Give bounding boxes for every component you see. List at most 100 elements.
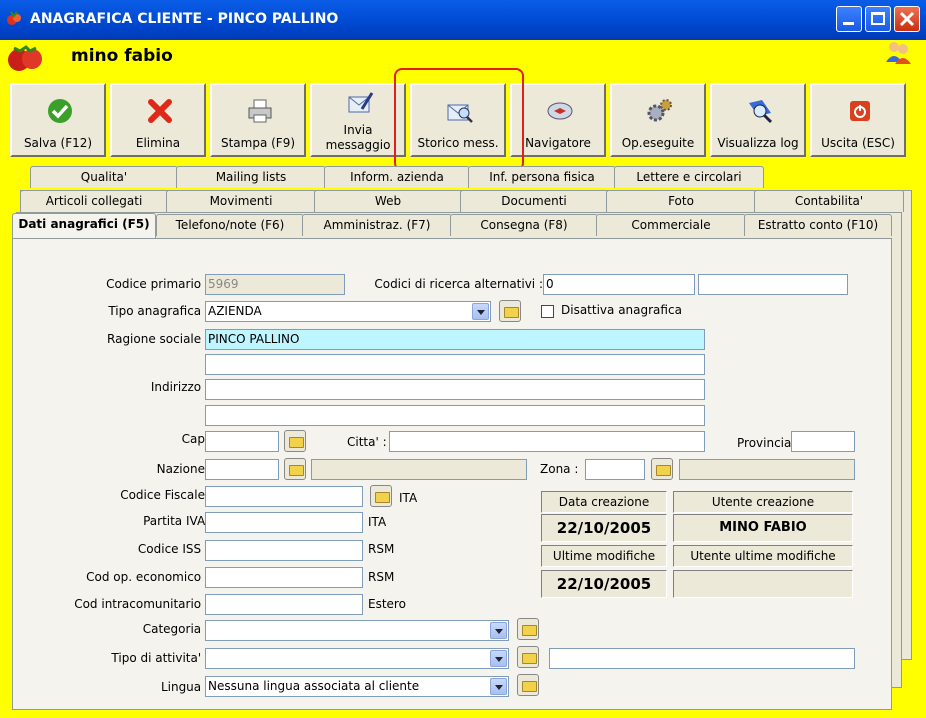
exit-label: Uscita (ESC) xyxy=(821,136,895,150)
operations-label: Op.eseguite xyxy=(621,136,695,150)
zona-field[interactable] xyxy=(585,459,645,480)
tipo-attivita-description-field[interactable] xyxy=(549,648,855,669)
tab-telefono-note[interactable]: Telefono/note (F6) xyxy=(156,214,304,236)
delete-x-icon xyxy=(148,99,172,123)
send-message-label: Invia messaggio xyxy=(325,123,391,152)
tab-amministrazione[interactable]: Amministraz. (F7) xyxy=(302,214,452,236)
codice-fiscale-suffix: ITA xyxy=(399,491,418,505)
codice-alternativo-1-field[interactable]: 0 xyxy=(543,274,695,295)
tab-qualita[interactable]: Qualita' xyxy=(30,166,178,188)
minimize-button[interactable] xyxy=(836,6,862,32)
chevron-down-icon[interactable] xyxy=(490,678,507,695)
ragione-sociale-field[interactable]: PINCO PALLINO xyxy=(205,329,705,350)
chevron-down-icon[interactable] xyxy=(472,303,489,320)
lingua-label: Lingua : xyxy=(160,680,209,694)
disattiva-anagrafica-label: Disattiva anagrafica xyxy=(561,303,682,317)
tipo-anagrafica-folder-button[interactable] xyxy=(499,300,521,322)
printer-icon xyxy=(248,99,272,123)
cod-intracomunitario-suffix: Estero xyxy=(368,597,406,611)
codice-fiscale-field[interactable] xyxy=(205,486,363,507)
envelope-pen-icon xyxy=(348,92,374,113)
tab-inform-azienda[interactable]: Inform. azienda xyxy=(324,166,470,188)
tab-movimenti[interactable]: Movimenti xyxy=(166,190,316,212)
close-button[interactable] xyxy=(894,6,920,32)
categoria-folder-button[interactable] xyxy=(517,618,539,640)
cod-intracomunitario-field[interactable] xyxy=(205,594,363,615)
citta-field[interactable] xyxy=(389,431,705,452)
tipo-attivita-folder-button[interactable] xyxy=(517,646,539,668)
chevron-down-icon[interactable] xyxy=(490,650,507,667)
tab-panel-dati-anagrafici: Codice primario : 5969 Codici di ricerca… xyxy=(12,238,892,710)
ragione-sociale-label: Ragione sociale : xyxy=(107,332,209,346)
cap-field[interactable] xyxy=(205,431,279,452)
data-creazione-header: Data creazione xyxy=(541,491,667,513)
codice-alternativo-2-field[interactable] xyxy=(698,274,848,295)
title-bar[interactable]: ANAGRAFICA CLIENTE - PINCO PALLINO xyxy=(0,0,926,40)
provincia-field[interactable] xyxy=(791,431,855,452)
nazione-label: Nazione: xyxy=(156,462,209,476)
gears-icon xyxy=(647,99,672,122)
codice-primario-field[interactable]: 5969 xyxy=(205,274,345,295)
print-button[interactable]: Stampa (F9) xyxy=(210,83,306,157)
codice-iss-field[interactable] xyxy=(205,540,363,561)
delete-label: Elimina xyxy=(135,136,181,150)
codice-iss-suffix: RSM xyxy=(368,542,395,556)
disattiva-anagrafica-checkbox[interactable] xyxy=(541,305,554,318)
ultime-modifiche-value: 22/10/2005 xyxy=(541,570,667,598)
chevron-down-icon[interactable] xyxy=(490,622,507,639)
tab-web[interactable]: Web xyxy=(314,190,462,212)
lingua-value: Nessuna lingua associata al cliente xyxy=(208,679,420,693)
zona-description-field xyxy=(679,459,855,480)
view-log-button[interactable]: Visualizza log xyxy=(710,83,806,157)
users-icon[interactable] xyxy=(884,40,912,64)
lingua-folder-button[interactable] xyxy=(517,674,539,696)
tab-estratto-conto[interactable]: Estratto conto (F10) xyxy=(744,214,892,236)
check-icon xyxy=(48,99,72,123)
utente-ultime-modifiche-header: Utente ultime modifiche xyxy=(673,545,853,567)
tab-consegna[interactable]: Consegna (F8) xyxy=(450,214,598,236)
lingua-select[interactable]: Nessuna lingua associata al cliente xyxy=(205,676,509,697)
tab-mailing-lists[interactable]: Mailing lists xyxy=(176,166,326,188)
tab-foto[interactable]: Foto xyxy=(606,190,756,212)
codice-fiscale-folder-button[interactable] xyxy=(370,485,392,507)
window: ANAGRAFICA CLIENTE - PINCO PALLINO mino … xyxy=(0,0,926,718)
partita-iva-field[interactable] xyxy=(205,512,363,533)
codici-alternativi-label: Codici di ricerca alternativi : xyxy=(374,277,543,291)
nazione-folder-button[interactable] xyxy=(284,458,306,480)
cap-folder-button[interactable] xyxy=(284,430,306,452)
exit-button[interactable]: Uscita (ESC) xyxy=(810,83,906,157)
save-button[interactable]: Salva (F12) xyxy=(10,83,106,157)
tipo-anagrafica-select[interactable]: AZIENDA xyxy=(205,301,491,322)
operations-button[interactable]: Op.eseguite xyxy=(610,83,706,157)
app-icon xyxy=(7,11,21,25)
send-message-button[interactable]: Invia messaggio xyxy=(310,83,406,157)
tipo-attivita-select[interactable] xyxy=(205,648,509,669)
categoria-select[interactable] xyxy=(205,620,509,641)
tab-contabilita[interactable]: Contabilita' xyxy=(754,190,904,212)
tab-articoli-collegati[interactable]: Articoli collegati xyxy=(20,190,168,212)
utente-creazione-header: Utente creazione xyxy=(673,491,853,513)
zona-folder-button[interactable] xyxy=(651,458,673,480)
navigator-button[interactable]: Navigatore xyxy=(510,83,606,157)
indirizzo-2-field[interactable] xyxy=(205,405,705,426)
cod-op-economico-field[interactable] xyxy=(205,567,363,588)
ultime-modifiche-header: Ultime modifiche xyxy=(541,545,667,567)
tipo-attivita-label: Tipo di attivita' : xyxy=(111,651,209,665)
indirizzo-1-field[interactable] xyxy=(205,379,705,400)
codice-fiscale-label: Codice Fiscale: xyxy=(120,488,209,502)
tab-commerciale[interactable]: Commerciale xyxy=(596,214,746,236)
tab-inf-persona-fisica[interactable]: Inf. persona fisica xyxy=(468,166,616,188)
nazione-field[interactable] xyxy=(205,459,279,480)
highlight-annotation xyxy=(394,68,524,171)
zona-label: Zona : xyxy=(540,462,579,476)
partita-iva-label: Partita IVA: xyxy=(143,514,209,528)
provincia-label: Provincia: xyxy=(737,436,796,450)
tab-dati-anagrafici[interactable]: Dati anagrafici (F5) xyxy=(12,213,156,238)
tab-documenti[interactable]: Documenti xyxy=(460,190,608,212)
ragione-sociale-2-field[interactable] xyxy=(205,354,705,375)
maximize-button[interactable] xyxy=(865,6,891,32)
cod-op-economico-suffix: RSM xyxy=(368,570,395,584)
delete-button[interactable]: Elimina xyxy=(110,83,206,157)
tipo-anagrafica-label: Tipo anagrafica : xyxy=(108,304,209,318)
tab-lettere-circolari[interactable]: Lettere e circolari xyxy=(614,166,764,188)
